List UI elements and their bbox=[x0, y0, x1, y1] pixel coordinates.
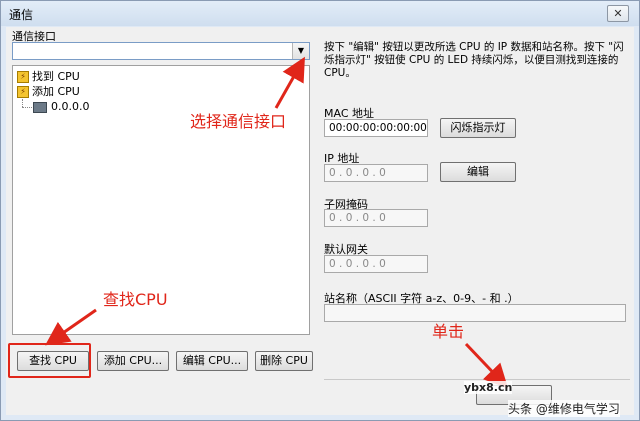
red-arrow-icon bbox=[45, 308, 97, 346]
annotation-find-cpu: 查找CPU bbox=[103, 290, 168, 309]
annotation-arrows bbox=[45, 56, 509, 389]
watermark-site: ybx8.cn bbox=[464, 381, 513, 394]
watermark-brand: 头条 @维修电气学习 bbox=[508, 400, 620, 417]
red-arrow-icon bbox=[464, 342, 509, 389]
annotation-click: 单击 bbox=[432, 322, 465, 341]
red-arrow-icon bbox=[274, 56, 305, 109]
annotation-select-interface: 选择通信接口 bbox=[190, 112, 287, 131]
